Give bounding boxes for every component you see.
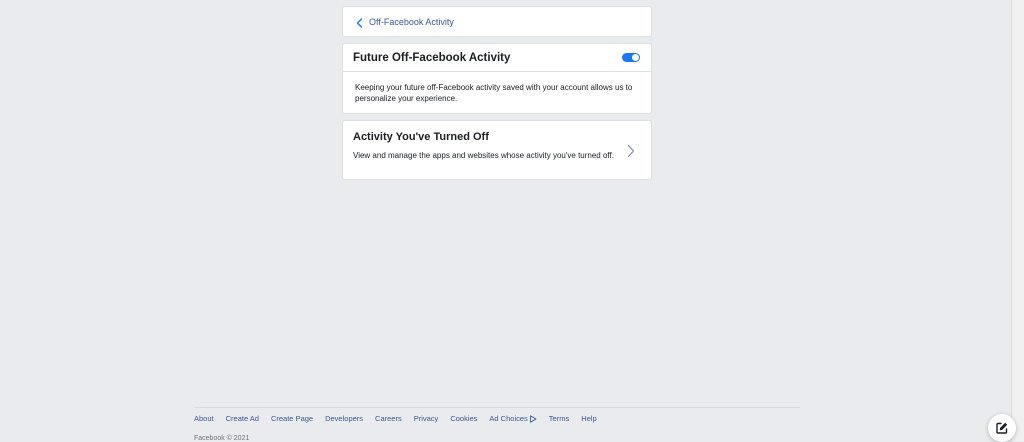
footer-link-ad-choices[interactable]: Ad Choices bbox=[489, 414, 537, 423]
compose-icon bbox=[996, 422, 1008, 434]
footer-link-ad-choices-label: Ad Choices bbox=[489, 414, 528, 423]
footer-link-cookies[interactable]: Cookies bbox=[450, 414, 477, 423]
back-link-label: Off-Facebook Activity bbox=[369, 16, 454, 27]
ad-choices-icon bbox=[529, 414, 537, 423]
page-scrollbar[interactable] bbox=[1011, 0, 1024, 441]
footer-divider bbox=[194, 407, 800, 408]
footer-link-create-ad[interactable]: Create Ad bbox=[226, 414, 259, 423]
activity-turned-off-description: View and manage the apps and websites wh… bbox=[353, 151, 614, 160]
activity-turned-off-title: Activity You've Turned Off bbox=[353, 131, 489, 143]
back-link[interactable]: Off-Facebook Activity bbox=[343, 7, 651, 36]
footer-link-help[interactable]: Help bbox=[581, 414, 596, 423]
footer-link-developers[interactable]: Developers bbox=[325, 414, 363, 423]
footer-links: About Create Ad Create Page Developers C… bbox=[194, 414, 609, 423]
footer-link-about[interactable]: About bbox=[194, 414, 214, 423]
activity-turned-off-row[interactable]: Activity You've Turned Off View and mana… bbox=[342, 120, 652, 180]
future-activity-description: Keeping your future off-Facebook activit… bbox=[355, 83, 633, 103]
back-card: Off-Facebook Activity bbox=[342, 6, 652, 37]
footer-link-terms[interactable]: Terms bbox=[549, 414, 569, 423]
compose-button[interactable] bbox=[988, 414, 1016, 442]
footer-link-privacy[interactable]: Privacy bbox=[414, 414, 439, 423]
future-activity-title: Future Off-Facebook Activity bbox=[353, 51, 511, 64]
future-activity-toggle[interactable] bbox=[622, 53, 640, 62]
chevron-right-icon bbox=[627, 144, 635, 158]
chevron-left-icon bbox=[355, 16, 365, 28]
future-activity-header: Future Off-Facebook Activity bbox=[343, 44, 651, 72]
future-activity-card: Future Off-Facebook Activity Keeping you… bbox=[342, 43, 652, 114]
footer-link-create-page[interactable]: Create Page bbox=[271, 414, 313, 423]
toggle-knob bbox=[632, 54, 639, 61]
footer-link-careers[interactable]: Careers bbox=[375, 414, 402, 423]
